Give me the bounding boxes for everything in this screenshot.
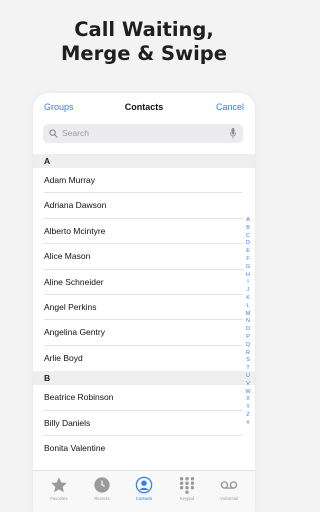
tab-label: Voicemail — [220, 496, 238, 501]
tab-favorites[interactable]: Favorites — [37, 471, 81, 507]
index-letter[interactable]: M — [243, 311, 253, 319]
index-letter[interactable]: J — [243, 287, 253, 295]
index-letter[interactable]: O — [243, 326, 253, 334]
index-letter[interactable]: B — [243, 225, 253, 233]
index-letter[interactable]: C — [243, 233, 253, 241]
search-placeholder: Search — [62, 128, 89, 138]
contact-row[interactable]: Aline Schneider — [33, 270, 255, 296]
headline-line-2: Merge & Swipe — [61, 42, 227, 65]
tab-keypad[interactable]: Keypad — [165, 471, 209, 507]
keypad-icon — [179, 476, 195, 494]
index-letter[interactable]: Z — [243, 412, 253, 420]
contacts-list: A Adam Murray Adriana Dawson Alberto Mcinty… — [33, 154, 255, 461]
index-letter[interactable]: S — [243, 357, 253, 365]
contact-row[interactable]: Arlie Boyd — [33, 346, 255, 371]
contact-row[interactable]: Adam Murray — [33, 168, 255, 194]
tab-label: Keypad — [179, 496, 195, 501]
person-icon — [135, 476, 153, 494]
cancel-button[interactable]: Cancel — [216, 102, 244, 112]
index-letter[interactable]: I — [243, 279, 253, 287]
section-header-b: B — [33, 371, 255, 386]
index-letter[interactable]: A — [243, 217, 253, 225]
index-letter[interactable]: U — [243, 373, 253, 381]
index-letter[interactable]: Q — [243, 342, 253, 350]
contact-row[interactable]: Angel Perkins — [33, 295, 255, 321]
section-header-a: A — [33, 154, 255, 168]
index-letter[interactable]: R — [243, 350, 253, 358]
index-letter[interactable]: N — [243, 318, 253, 326]
index-letter[interactable]: F — [243, 256, 253, 264]
index-letter[interactable]: P — [243, 334, 253, 342]
tab-contacts[interactable]: Contacts — [122, 471, 166, 507]
nav-bar: Groups Contacts Cancel — [33, 93, 255, 121]
contact-row[interactable]: Angelina Gentry — [33, 320, 255, 347]
voicemail-icon — [220, 481, 238, 489]
tab-voicemail[interactable]: Voicemail — [207, 471, 251, 507]
index-letter[interactable]: K — [243, 295, 253, 303]
index-letter[interactable]: D — [243, 240, 253, 248]
index-letter[interactable]: W — [243, 389, 253, 397]
index-letter[interactable]: X — [243, 396, 253, 404]
microphone-icon[interactable] — [230, 128, 236, 139]
index-letter[interactable]: E — [243, 248, 253, 256]
clock-icon — [94, 477, 110, 493]
index-letter[interactable]: # — [243, 420, 253, 428]
index-letter[interactable]: L — [243, 303, 253, 311]
contact-row[interactable]: Beatrice Robinson — [33, 385, 255, 411]
tab-recents[interactable]: Recents — [80, 471, 124, 507]
index-letter[interactable]: H — [243, 272, 253, 280]
phone-screen: Groups Contacts Cancel Search A Adam Murr… — [33, 93, 255, 512]
contact-row[interactable]: Alice Mason — [33, 244, 255, 270]
contact-row[interactable]: Alberto Mcintyre — [33, 219, 255, 245]
index-letter[interactable]: G — [243, 264, 253, 272]
promo-headline: Call Waiting, Merge & Swipe — [0, 18, 288, 66]
contact-row[interactable]: Billy Daniels — [33, 411, 255, 437]
contact-row[interactable]: Adriana Dawson — [33, 193, 255, 220]
search-input[interactable]: Search — [43, 124, 243, 143]
index-letter[interactable]: V — [243, 381, 253, 389]
star-icon — [51, 477, 67, 493]
headline-line-1: Call Waiting, — [74, 18, 214, 41]
contact-row[interactable]: Bonita Valentine — [33, 436, 255, 461]
tab-label: Recents — [94, 496, 110, 501]
search-icon — [49, 129, 58, 138]
tab-bar: Favorites Recents Contacts Keypad Voicem… — [33, 470, 255, 512]
section-index[interactable]: A B C D E F G H I J K L M N O P Q R S T U V W X Y Z # — [243, 217, 253, 428]
index-letter[interactable]: T — [243, 365, 253, 373]
tab-label: Favorites — [50, 496, 68, 501]
index-letter[interactable]: Y — [243, 404, 253, 412]
tab-label: Contacts — [135, 496, 153, 501]
